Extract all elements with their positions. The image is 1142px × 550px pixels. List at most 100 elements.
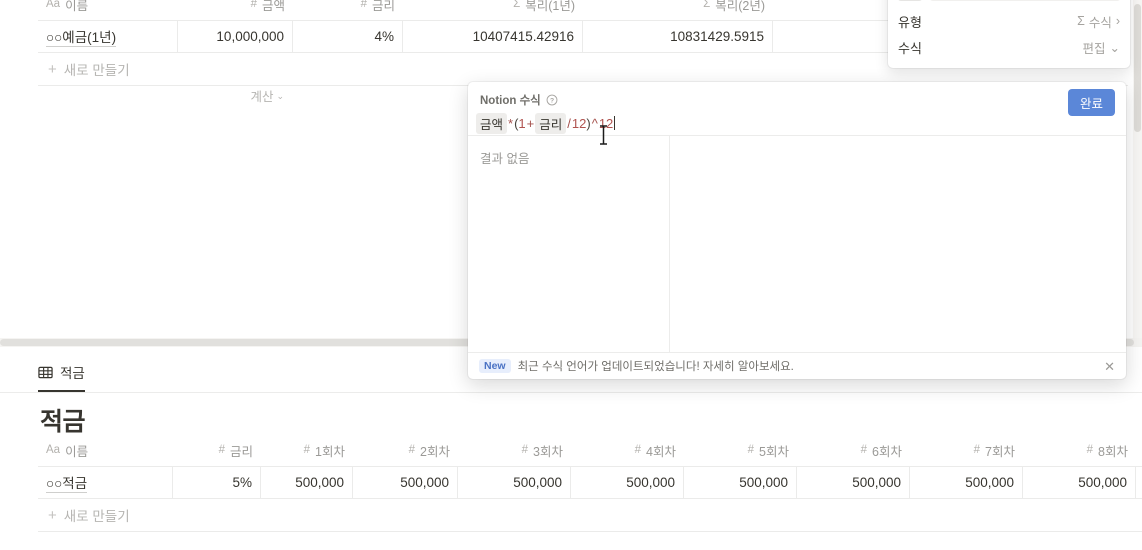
calc-cell-amount[interactable]: 계산 ⌄ [178, 86, 293, 105]
table-cell[interactable]: 10407415.42916 [403, 21, 583, 52]
savings-column-label: 6회차 [872, 444, 902, 459]
property-row-type[interactable]: 유형 Σ 수식 › [888, 8, 1130, 34]
vertical-scrollbar[interactable] [1133, 0, 1142, 338]
title-type-icon: Aa [46, 444, 61, 456]
text-caret [614, 116, 616, 130]
formula-editor-title-group: Notion 수식 ? [480, 92, 558, 108]
savings-column-header[interactable]: #2회차 [353, 434, 458, 466]
table-cell[interactable]: 500,000 [571, 467, 684, 498]
number-type-icon: # [303, 444, 311, 456]
text-cursor-icon [600, 125, 607, 145]
row-title-text: ○○예금(1년) [46, 26, 117, 47]
table-cell[interactable]: 10,000,000 [178, 21, 293, 52]
savings-column-header[interactable]: Aa 이름 [38, 434, 173, 466]
formula-editor-body: 결과 없음 [468, 136, 1126, 352]
number-type-icon: # [973, 444, 981, 456]
table-cell[interactable] [1136, 467, 1142, 498]
savings-column-header[interactable]: #5회차 [684, 434, 797, 466]
savings-column-label: 이름 [65, 444, 89, 459]
table-icon [38, 366, 53, 378]
formula-footer-text[interactable]: 최근 수식 언어가 업데이트되었습니다! 자세히 알아보세요. [518, 358, 794, 374]
tab-savings-label: 적금 [60, 366, 85, 381]
deposit-calculation-row: 계산 ⌄ [38, 80, 538, 110]
notion-page: Aa이름#금액#금리Σ복리(1년)Σ복리(2년)Σ단리(1년) ○○예금(1년)… [0, 0, 1142, 550]
table-cell[interactable]: 500,000 [684, 467, 797, 498]
chevron-down-icon: ⌄ [276, 90, 284, 101]
question-mark-icon[interactable]: ? [546, 94, 558, 106]
table-cell[interactable]: 10831429.5915 [583, 21, 773, 52]
property-name-input[interactable]: 복리(1년) [929, 0, 1121, 1]
savings-column-label: 7회차 [985, 444, 1015, 459]
formula-editor-title: Notion 수식 [480, 95, 541, 107]
formula-suggestion-list[interactable]: 결과 없음 [468, 136, 670, 352]
row-title-cell[interactable]: ○○예금(1년) [38, 21, 178, 52]
table-cell[interactable]: 500,000 [797, 467, 910, 498]
property-name-row: Σ 복리(1년) [888, 0, 1130, 8]
savings-column-header[interactable]: #8회차 [1023, 434, 1136, 466]
savings-column-header[interactable]: #6회차 [797, 434, 910, 466]
savings-column-label: 5회차 [759, 444, 789, 459]
row-title-cell[interactable]: ○○적금 [38, 467, 173, 498]
table-cell[interactable]: 500,000 [261, 467, 353, 498]
property-row-type-value: Σ 수식 › [1077, 12, 1120, 31]
number-type-icon: # [634, 444, 642, 456]
title-type-icon: Aa [46, 0, 61, 10]
table-cell[interactable]: 500,000 [353, 467, 458, 498]
close-icon[interactable]: ✕ [1104, 360, 1115, 373]
table-cell[interactable]: 500,000 [458, 467, 571, 498]
formula-operator: * [508, 115, 514, 131]
formula-editor-footer: New 최근 수식 언어가 업데이트되었습니다! 자세히 알아보세요. ✕ [468, 352, 1126, 379]
row-title-text: ○○적금 [46, 472, 88, 493]
deposit-column-label: 금액 [261, 0, 285, 13]
formula-type-icon: Σ [513, 0, 521, 10]
deposit-column-header[interactable]: # 금액 [178, 0, 293, 20]
vertical-scrollbar-thumb[interactable] [1134, 4, 1141, 132]
deposit-column-label: 이름 [65, 0, 89, 13]
formula-editor-popup: Notion 수식 ? 완료 금액 *(1 + 금리/12) ^ 12 결과 없음 New… [468, 82, 1126, 379]
deposit-column-header[interactable]: Aa 이름 [38, 0, 178, 20]
number-type-icon: # [250, 0, 257, 10]
savings-column-header[interactable]: #1회차 [261, 434, 353, 466]
savings-column-header[interactable]: #3회차 [458, 434, 571, 466]
savings-column-header[interactable]: #7회차 [910, 434, 1023, 466]
new-badge: New [479, 359, 511, 373]
formula-input[interactable]: 금액 *(1 + 금리/12) ^ 12 [476, 112, 1118, 134]
table-cell[interactable]: 500,000 [910, 467, 1023, 498]
deposit-column-header[interactable]: Σ 복리(2년) [583, 0, 773, 20]
savings-column-header[interactable]: # 금리 [173, 434, 261, 466]
plus-icon: + [48, 60, 57, 78]
plus-icon: + [48, 506, 57, 524]
property-type-icon-button[interactable]: Σ [897, 0, 923, 1]
property-row-formula[interactable]: 수식 편집 ⌄ [888, 34, 1130, 60]
savings-new-row-label: 새로 만들기 [63, 509, 130, 524]
savings-new-row-button[interactable]: + 새로 만들기 [38, 499, 1142, 532]
property-row-formula-label: 수식 [898, 40, 922, 56]
table-cell[interactable]: 500,000 [1023, 467, 1136, 498]
table-cell[interactable]: 4% [293, 21, 403, 52]
sigma-icon: Σ [1077, 14, 1085, 28]
number-type-icon: # [360, 0, 367, 10]
svg-text:?: ? [550, 98, 554, 105]
savings-column-header[interactable]: # [1136, 434, 1142, 466]
formula-number: 12 [571, 115, 587, 131]
tab-savings[interactable]: 적금 [38, 362, 85, 392]
deposit-new-row-label: 새로 만들기 [63, 63, 130, 78]
formula-property-chip[interactable]: 금액 [476, 112, 508, 134]
tabbar-divider [0, 392, 1142, 393]
savings-column-header[interactable]: #4회차 [571, 434, 684, 466]
table-cell[interactable]: 5% [173, 467, 261, 498]
savings-column-label: 8회차 [1098, 444, 1128, 459]
chevron-right-icon: › [1115, 14, 1120, 28]
formula-property-chip[interactable]: 금리 [535, 112, 567, 134]
savings-column-label: 3회차 [533, 444, 563, 459]
deposit-column-header[interactable]: # 금리 [293, 0, 403, 20]
table-row[interactable]: ○○적금 5% 500,000 500,000 500,000 500,000 500,00… [38, 466, 1142, 499]
formula-operator: + [526, 115, 535, 131]
savings-column-label: 금리 [229, 444, 253, 459]
formula-no-result-label: 결과 없음 [480, 152, 530, 166]
formula-detail-pane [670, 136, 1126, 352]
deposit-column-header[interactable]: Σ 복리(1년) [403, 0, 583, 20]
property-edit-panel: Σ 복리(1년) 유형 Σ 수식 › [888, 0, 1130, 68]
formula-type-icon: Σ [703, 0, 711, 10]
property-type-value-text: 수식 [1088, 15, 1112, 30]
